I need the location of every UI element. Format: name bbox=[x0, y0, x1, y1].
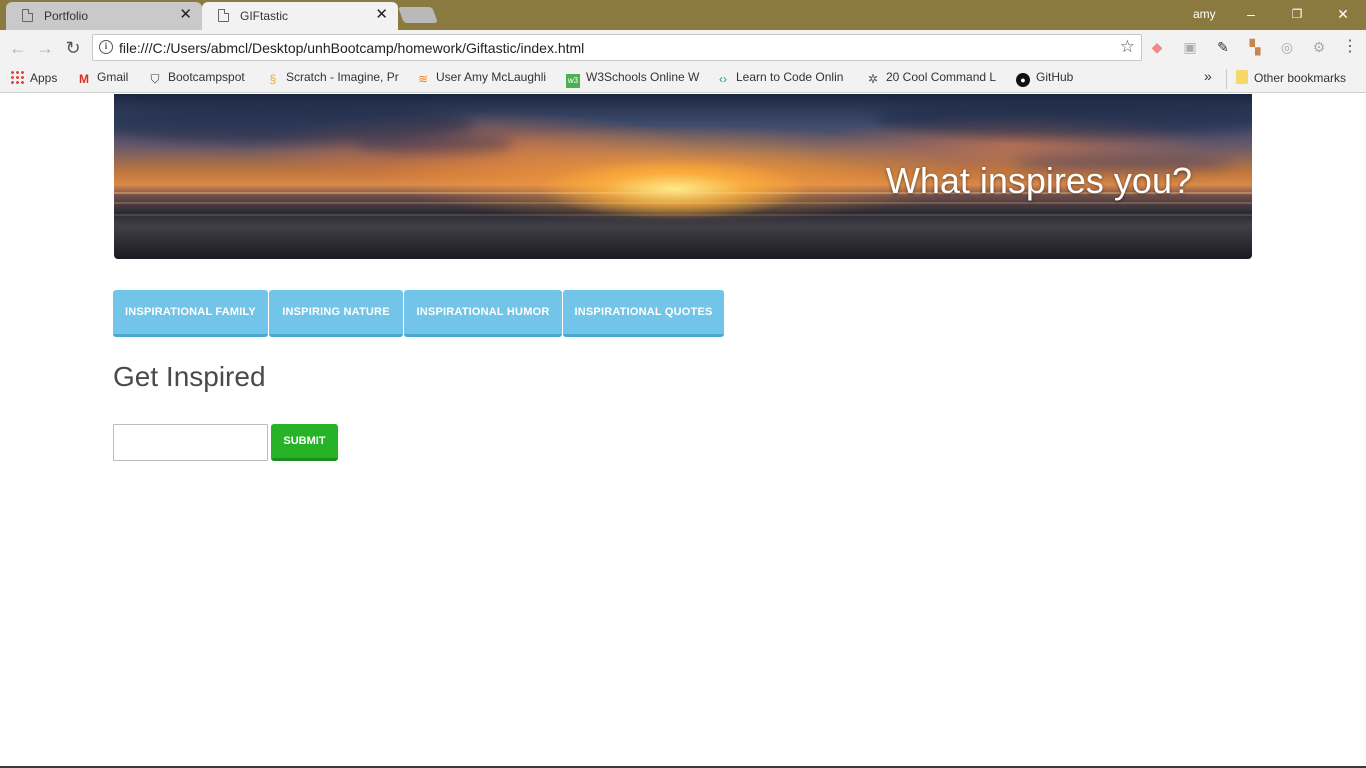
tab-label: GIFtastic bbox=[240, 9, 289, 23]
eyedropper-extension-icon[interactable]: ✎ bbox=[1214, 38, 1232, 56]
extension-icon[interactable]: ◎ bbox=[1278, 38, 1296, 56]
info-icon[interactable]: i bbox=[99, 40, 113, 54]
browser-title-bar: Portfolio ✕ GIFtastic ✕ amy – ❐ ✕ bbox=[0, 0, 1366, 30]
banner-image: What inspires you? bbox=[114, 94, 1252, 259]
back-icon[interactable]: ← bbox=[7, 37, 29, 59]
page-icon bbox=[218, 9, 229, 22]
github-icon: ● bbox=[1016, 73, 1030, 87]
command-icon: ✲ bbox=[867, 72, 879, 86]
code-icon: ‹› bbox=[719, 72, 727, 86]
bookmark-stackoverflow[interactable]: ≋ User Amy McLaughli bbox=[416, 70, 552, 88]
extension-icon[interactable]: ▚ bbox=[1246, 38, 1264, 56]
topic-button-quotes[interactable]: Inspirational Quotes bbox=[563, 290, 724, 337]
bookmarks-bar: Apps M Gmail ⛉ Bootcampspot § Scratch - Ima… bbox=[0, 65, 1366, 93]
close-tab-icon[interactable]: ✕ bbox=[179, 6, 192, 24]
bookmark-bootcampspot[interactable]: ⛉ Bootcampspot bbox=[148, 70, 258, 88]
restore-icon[interactable]: ❐ bbox=[1285, 4, 1309, 24]
bookmark-learn-to-code[interactable]: ‹› Learn to Code Onlin bbox=[716, 70, 854, 88]
stackoverflow-icon: ≋ bbox=[417, 72, 429, 86]
tab-giftastic[interactable]: GIFtastic ✕ bbox=[202, 2, 398, 30]
page-icon bbox=[22, 9, 33, 22]
profile-name[interactable]: amy bbox=[1193, 7, 1216, 21]
w3schools-icon: w3 bbox=[566, 74, 580, 88]
divider bbox=[1226, 69, 1227, 89]
bookmark-other[interactable]: Other bookmarks bbox=[1236, 70, 1361, 88]
extension-icon[interactable]: ▣ bbox=[1181, 38, 1199, 56]
page-heading: Get Inspired bbox=[113, 361, 266, 392]
menu-icon[interactable]: ⋮ bbox=[1342, 37, 1358, 57]
close-tab-icon[interactable]: ✕ bbox=[375, 6, 388, 24]
tab-label: Portfolio bbox=[44, 9, 89, 23]
banner-title: What inspires you? bbox=[885, 160, 1192, 201]
minimize-icon[interactable]: – bbox=[1239, 4, 1263, 24]
bookmark-command-line[interactable]: ✲ 20 Cool Command L bbox=[866, 70, 1002, 88]
new-tab-button[interactable] bbox=[398, 7, 438, 23]
extension-icon[interactable]: ⚙ bbox=[1310, 38, 1328, 56]
folder-icon bbox=[1236, 70, 1248, 84]
bookmark-gmail[interactable]: M Gmail bbox=[77, 70, 139, 88]
topic-button-humor[interactable]: Inspirational Humor bbox=[404, 290, 562, 337]
bookmark-github[interactable]: ● GitHub bbox=[1016, 70, 1086, 88]
bookmarks-overflow[interactable]: » bbox=[1204, 68, 1218, 86]
extension-icon[interactable]: ◆ bbox=[1148, 38, 1166, 56]
gmail-icon: M bbox=[79, 72, 89, 86]
forward-icon[interactable]: → bbox=[34, 37, 56, 59]
bootcampspot-icon: ⛉ bbox=[150, 72, 160, 86]
bookmark-w3schools[interactable]: w3 W3Schools Online W bbox=[566, 70, 704, 88]
reload-icon[interactable]: ↻ bbox=[62, 37, 84, 59]
address-bar[interactable]: i file:///C:/Users/abmcl/Desktop/unhBoot… bbox=[92, 34, 1142, 61]
bookmark-apps[interactable]: Apps bbox=[10, 70, 70, 88]
page-content: What inspires you? Inspirational Family … bbox=[0, 94, 1366, 768]
bookmark-star-icon[interactable]: ☆ bbox=[1120, 37, 1135, 57]
submit-button[interactable]: Submit bbox=[271, 424, 338, 461]
tab-portfolio[interactable]: Portfolio ✕ bbox=[6, 2, 202, 30]
url-text[interactable]: file:///C:/Users/abmcl/Desktop/unhBootca… bbox=[119, 40, 584, 56]
close-window-icon[interactable]: ✕ bbox=[1331, 4, 1355, 24]
topic-button-family[interactable]: Inspirational Family bbox=[113, 290, 268, 337]
browser-toolbar: ← → ↻ i file:///C:/Users/abmcl/Desktop/u… bbox=[0, 30, 1366, 65]
apps-grid-icon bbox=[10, 70, 24, 84]
search-input[interactable] bbox=[113, 424, 268, 461]
bookmark-scratch[interactable]: § Scratch - Imagine, Pr bbox=[266, 70, 402, 88]
scratch-icon: § bbox=[269, 72, 277, 86]
topic-button-nature[interactable]: Inspiring Nature bbox=[269, 290, 403, 337]
